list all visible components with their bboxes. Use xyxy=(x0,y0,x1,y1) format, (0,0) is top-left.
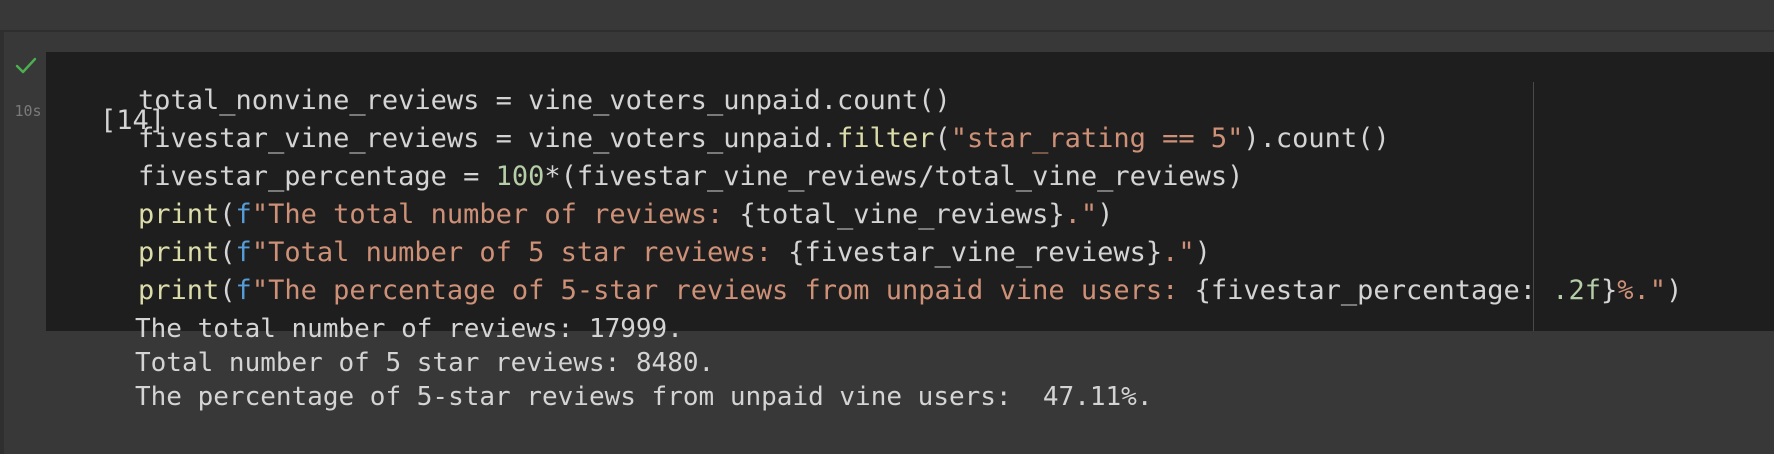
run-duration: 10s xyxy=(14,102,42,120)
code-token: print xyxy=(138,275,220,306)
run-status[interactable]: 10s xyxy=(8,54,42,124)
code-token: {fivestar_percentage: xyxy=(1194,275,1553,306)
code-token: f xyxy=(235,237,252,268)
code-token: %." xyxy=(1617,275,1667,306)
code-token: *(fivestar_vine_reviews/total_vine_revie… xyxy=(544,161,1244,192)
output-line: The total number of reviews: 17999. xyxy=(135,314,683,344)
code-lines[interactable]: total_nonvine_reviews = vine_voters_unpa… xyxy=(138,82,1682,310)
code-token: 100 xyxy=(495,161,545,192)
code-token: "star_rating == 5" xyxy=(950,123,1244,154)
notebook-top-bar xyxy=(0,0,1774,32)
code-token: ( xyxy=(934,123,951,154)
code-token: fivestar_vine_reviews = vine_voters_unpa… xyxy=(138,123,837,154)
code-token: ( xyxy=(219,199,236,230)
code-token: f xyxy=(235,275,252,306)
checkmark-icon xyxy=(15,57,37,74)
code-line[interactable]: fivestar_vine_reviews = vine_voters_unpa… xyxy=(138,120,1682,158)
code-token: "The percentage of 5-star reviews from u… xyxy=(251,275,1195,306)
code-token: ) xyxy=(1194,237,1211,268)
code-line[interactable]: total_nonvine_reviews = vine_voters_unpa… xyxy=(138,82,1682,120)
code-token: "Total number of 5 star reviews: xyxy=(251,237,789,268)
code-line[interactable]: print(f"The percentage of 5-star reviews… xyxy=(138,272,1682,310)
cell-output: The total number of reviews: 17999. Total… xyxy=(135,312,1735,414)
code-token: ." xyxy=(1064,199,1098,230)
code-token: {total_vine_reviews} xyxy=(739,199,1065,230)
code-token: {fivestar_vine_reviews} xyxy=(788,237,1163,268)
code-token: .2f xyxy=(1552,275,1602,306)
cell-gutter xyxy=(0,32,4,454)
code-line[interactable]: print(f"Total number of 5 star reviews: … xyxy=(138,234,1682,272)
code-token: ) xyxy=(1097,199,1114,230)
code-token: print xyxy=(138,199,220,230)
code-token: print xyxy=(138,237,220,268)
code-token: } xyxy=(1601,275,1618,306)
code-token: "The total number of reviews: xyxy=(251,199,740,230)
code-token: filter xyxy=(836,123,935,154)
code-token: f xyxy=(235,199,252,230)
code-token: ( xyxy=(219,237,236,268)
code-line[interactable]: print(f"The total number of reviews: {to… xyxy=(138,196,1682,234)
output-line: Total number of 5 star reviews: 8480. xyxy=(135,348,715,378)
code-line[interactable]: fivestar_percentage = 100*(fivestar_vine… xyxy=(138,158,1682,196)
code-token: ( xyxy=(219,275,236,306)
output-line: The percentage of 5-star reviews from un… xyxy=(135,382,1153,412)
line-length-ruler xyxy=(1533,82,1534,331)
code-token: ." xyxy=(1162,237,1195,268)
code-token: fivestar_percentage = xyxy=(138,161,496,192)
code-token: ).count() xyxy=(1243,123,1390,154)
code-editor[interactable]: [14] total_nonvine_reviews = vine_voters… xyxy=(46,52,1774,331)
code-token: ) xyxy=(1666,275,1683,306)
code-token: total_nonvine_reviews = vine_voters_unpa… xyxy=(138,85,951,116)
code-cell[interactable]: 10s [14] total_nonvine_reviews = vine_vo… xyxy=(0,32,1774,454)
